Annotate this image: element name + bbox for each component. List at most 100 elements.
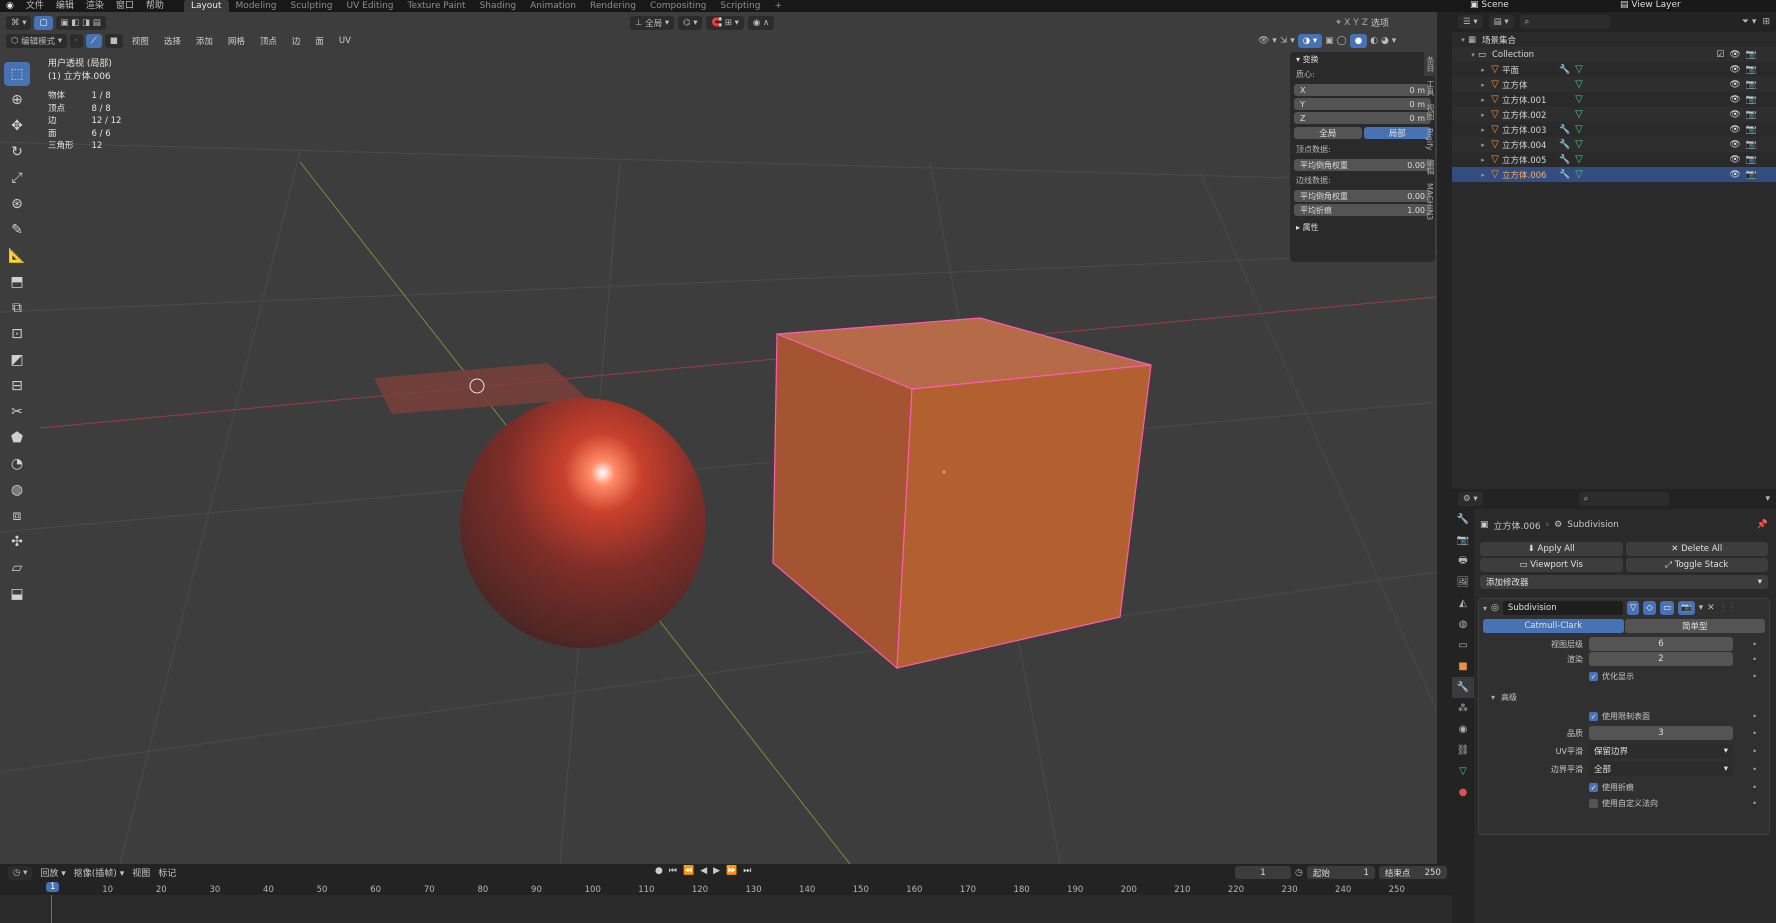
menu-add[interactable]: 添加 [190,35,219,47]
start-frame-field[interactable]: 起始 1 [1306,866,1375,879]
use-creases-checkbox[interactable]: ✓ [1589,783,1598,792]
visibility-icons[interactable]: 👁📷 [1729,80,1762,90]
mesh-data-icon[interactable]: ▽ [1572,79,1586,90]
modifier-name-field[interactable]: Subdivision [1502,601,1623,615]
solid-shading-icon[interactable]: ● [1349,34,1368,48]
rip-tool-icon[interactable]: ⬓ [4,582,30,606]
menu-edge[interactable]: 边 [286,35,307,47]
viewport-vis-button[interactable]: ▭ Viewport Vis [1480,558,1623,572]
poly-build-tool-icon[interactable]: ⬟ [4,426,30,450]
pin-icon[interactable]: 📌 [1757,520,1768,530]
uv-smooth-select[interactable]: 保留边界 ▾ [1589,744,1733,758]
edge-crease-field[interactable]: 平均折痕 1.00 [1294,204,1431,216]
median-x-field[interactable]: X 0 m [1294,84,1431,96]
menu-vertex[interactable]: 顶点 [254,35,283,47]
world-tab-icon[interactable]: ◍ [1452,614,1474,635]
tab-animation[interactable]: Animation [523,0,583,12]
add-workspace-button[interactable]: + [767,0,789,12]
bevel-tool-icon[interactable]: ◩ [4,348,30,372]
viewport-toggle-icon[interactable]: ▭ [1659,601,1674,615]
loop-cut-tool-icon[interactable]: ⊟ [4,374,30,398]
visibility-icons[interactable]: 👁📷 [1729,65,1762,75]
collection-row[interactable]: ▾ ▭ Collection ☑👁📷 [1452,47,1776,62]
timeline-editor-type-button[interactable]: ◷ ▾ [8,865,33,880]
optimal-display-checkbox[interactable]: ✓ [1589,672,1598,681]
properties-editor-type-button[interactable]: ⚙ ▾ [1458,492,1483,506]
catmull-clark-button[interactable]: Catmull-Clark [1483,619,1624,633]
render-tab-icon[interactable]: 📷 [1452,530,1474,551]
expand-icon[interactable]: ▸ [1478,141,1488,149]
expand-icon[interactable]: ▸ [1478,81,1488,89]
display-mode-button[interactable]: ▤ ▾ [1488,15,1514,29]
annotate-tool-icon[interactable]: ✎ [4,218,30,242]
transform-orientation-select[interactable]: ⊥ 全局 ▾ [630,16,675,30]
expand-icon[interactable]: ▸ [1478,126,1488,134]
axis-z-toggle[interactable]: Z [1362,18,1368,28]
visibility-icons[interactable]: 👁📷 [1729,125,1762,135]
visibility-icon[interactable]: 👁 ▾ [1258,36,1277,46]
optimal-display-row[interactable]: ✓ 优化显示 • [1479,671,1769,682]
constraints-tab-icon[interactable]: ⛓ [1452,740,1474,761]
expand-icon[interactable]: ▸ [1478,171,1488,179]
outliner-object-row[interactable]: ▸ ▽ 立方体.006 🔧 ▽ 👁📷 [1452,167,1776,182]
menu-mesh[interactable]: 网格 [222,35,251,47]
rendered-shading-icon[interactable]: ◕ ▾ [1381,36,1396,46]
render-levels-field[interactable]: 2 [1589,652,1733,666]
jump-start-icon[interactable]: ⏮ [669,866,677,876]
drag-handle-icon[interactable]: ⋮⋮ [1719,603,1737,613]
select-box-button[interactable]: ▢ [34,16,53,30]
tab-tool[interactable]: 工具 [1424,76,1437,100]
record-icon[interactable]: ● [655,866,663,876]
clock-icon[interactable]: ◷ [1295,868,1303,878]
select-mode-set-button[interactable]: ▣ ◧ ◨ ▤ [55,16,106,30]
menu-select[interactable]: 选择 [158,35,187,47]
collapse-icon[interactable]: ▾ [1483,604,1487,613]
global-space-button[interactable]: 全局 [1294,127,1362,139]
tool-tab-icon[interactable]: 🔧 [1452,509,1474,530]
collection-tab-icon[interactable]: ▭ [1452,635,1474,656]
custom-normals-row[interactable]: ✓ 使用自定义法向 • [1479,798,1769,809]
use-creases-row[interactable]: ✓ 使用折痕 • [1479,782,1769,793]
visibility-icons[interactable]: 👁📷 [1729,95,1762,105]
cube-left-face[interactable] [772,333,913,670]
marker-menu[interactable]: 标记 [158,866,176,879]
prev-keyframe-icon[interactable]: ⏪ [683,866,694,876]
menu-help[interactable]: 帮助 [140,0,170,12]
keying-menu[interactable]: 抠像(插帧) ▾ [74,866,124,879]
end-frame-field[interactable]: 结束点 250 [1378,866,1447,879]
object-tab-icon[interactable]: ■ [1452,656,1474,677]
expand-icon[interactable]: ▸ [1478,66,1488,74]
mesh-data-icon[interactable]: ▽ [1572,109,1586,120]
outliner-object-row[interactable]: ▸ ▽ 平面 🔧 ▽ 👁📷 [1452,62,1776,77]
edit-mode-toggle-icon[interactable]: ▽ [1626,601,1640,615]
tab-modeling[interactable]: Modeling [229,0,284,12]
apply-all-button[interactable]: ⬇ Apply All [1480,542,1623,556]
output-tab-icon[interactable]: 🖶 [1452,551,1474,572]
shear-tool-icon[interactable]: ▱ [4,556,30,580]
play-icon[interactable]: ▶ [713,866,720,876]
axis-x-toggle[interactable]: X [1344,18,1350,28]
playback-menu[interactable]: 回放 ▾ [40,866,65,879]
play-reverse-icon[interactable]: ◀ [700,866,707,876]
physics-tab-icon[interactable]: ◉ [1452,719,1474,740]
tab-machin3[interactable]: MACHIN3 [1424,179,1435,224]
mesh-data-icon[interactable]: ▽ [1572,169,1586,180]
mesh-data-icon[interactable]: ▽ [1572,154,1586,165]
edge-bevel-field[interactable]: 平均倒角权重 0.00 [1294,190,1431,202]
menu-edit[interactable]: 编辑 [50,0,80,12]
tab-layout[interactable]: Layout [183,0,229,12]
sphere-object[interactable] [460,398,706,648]
scene-selector[interactable]: ▣ Scene [1470,0,1509,12]
outliner-object-row[interactable]: ▸ ▽ 立方体.001 ▽ 👁📷 [1452,92,1776,107]
tab-texture-paint[interactable]: Texture Paint [400,0,472,12]
median-y-field[interactable]: Y 0 m [1294,98,1431,110]
edge-slide-tool-icon[interactable]: ⧈ [4,504,30,528]
modifier-icon[interactable]: 🔧 [1558,65,1572,75]
outliner-object-row[interactable]: ▸ ▽ 立方体.004 🔧 ▽ 👁📷 [1452,137,1776,152]
modifier-menu-icon[interactable]: ▾ [1699,603,1704,613]
on-cage-toggle-icon[interactable]: ◇ [1643,601,1656,615]
proportional-edit-button[interactable]: ◉ ∧ [747,16,775,30]
modifier-tab-icon[interactable]: 🔧 [1452,677,1474,698]
modifier-icon[interactable]: 🔧 [1558,155,1572,165]
particles-tab-icon[interactable]: ⁂ [1452,698,1474,719]
